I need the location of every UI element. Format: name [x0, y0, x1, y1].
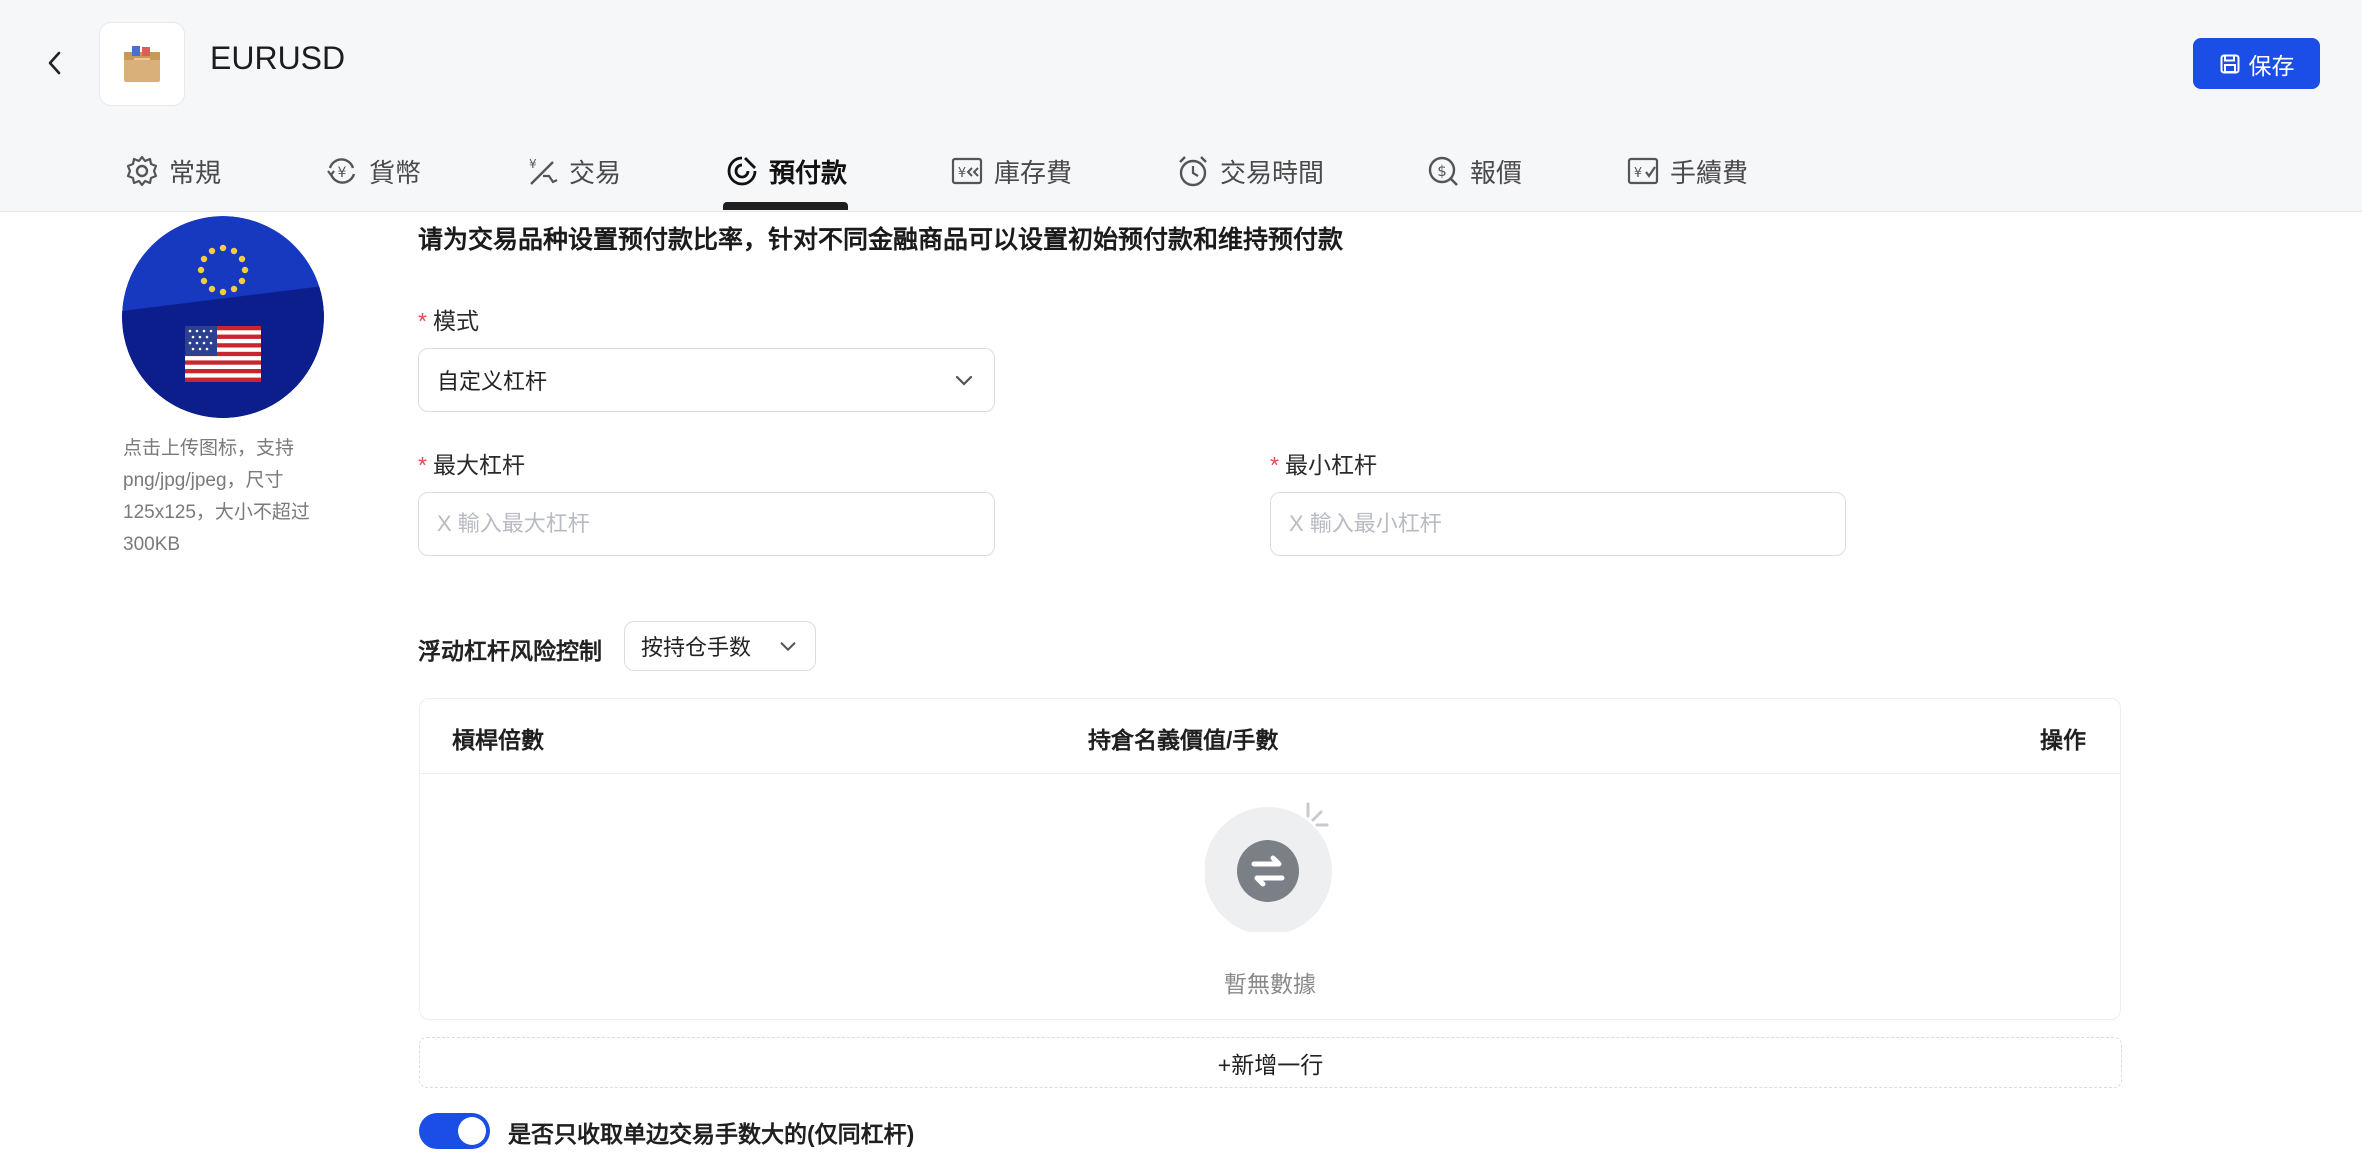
max-leverage-input[interactable]	[418, 492, 995, 556]
tab-margin-label: 預付款	[769, 157, 848, 188]
svg-text:¥: ¥	[529, 157, 537, 171]
tab-margin[interactable]: 預付款	[725, 146, 847, 196]
upload-hint-line: 点击上传图标，支持	[123, 438, 295, 459]
svg-text:¥: ¥	[1634, 166, 1642, 181]
required-marker: *	[418, 308, 427, 334]
risk-control-label: 浮动杠杆风险控制	[418, 638, 602, 664]
tab-commission[interactable]: ¥ 手續費	[1626, 146, 1748, 196]
tab-swap-label: 庫存費	[994, 157, 1073, 188]
required-marker: *	[1270, 452, 1279, 478]
back-arrow-icon[interactable]	[40, 48, 70, 78]
tab-trading[interactable]: ¥ 交易	[525, 146, 621, 196]
package-box-icon	[124, 46, 160, 82]
tab-swap[interactable]: ¥ 庫存費	[950, 146, 1072, 196]
tab-currency[interactable]: ¥ 貨幣	[325, 146, 421, 196]
mode-select-value: 自定义杠杆	[437, 369, 548, 394]
mode-label: * 模式	[418, 302, 479, 336]
tab-general-label: 常規	[169, 157, 222, 188]
chevron-down-icon	[780, 642, 796, 652]
svg-text:$: $	[1437, 162, 1447, 180]
top-bar: EURUSD 保存 常規 ¥ 貨幣 ¥ 交易 預付款 ¥ 庫存費 交易時間 $ …	[0, 0, 2362, 212]
one-side-fee-toggle[interactable]	[419, 1113, 490, 1149]
tab-currency-label: 貨幣	[369, 157, 422, 188]
symbol-avatar-upload[interactable]	[122, 216, 324, 418]
mode-select[interactable]: 自定义杠杆	[418, 348, 995, 412]
page-title: EURUSD	[210, 40, 346, 76]
column-header-actions: 操作	[2040, 727, 2086, 753]
upload-hint-line: 300KB	[123, 534, 181, 555]
chevron-down-icon	[955, 375, 973, 386]
column-header-notional: 持倉名義價值/手數	[1088, 727, 1279, 753]
toggle-knob	[458, 1117, 486, 1145]
table-header: 槓桿倍數 持倉名義價值/手數 操作	[420, 699, 2120, 774]
add-row-button[interactable]: +新增一行	[419, 1037, 2122, 1088]
empty-state-text: 暫無數據	[1224, 971, 1316, 997]
currency-exchange-icon: ¥	[327, 158, 356, 184]
tab-commission-label: 手續費	[1670, 157, 1749, 188]
max-leverage-label: * 最大杠杆	[418, 446, 525, 480]
svg-text:¥: ¥	[958, 166, 966, 181]
save-button[interactable]: 保存	[2193, 38, 2320, 89]
margin-icon	[727, 156, 757, 186]
trade-icon: ¥	[529, 157, 558, 185]
tab-trading-label: 交易	[569, 157, 622, 188]
tab-bar: 常規 ¥ 貨幣 ¥ 交易 預付款 ¥ 庫存費 交易時間 $ 報價 ¥ 手續費	[0, 130, 2362, 211]
upload-hint: 点击上传图标，支持 png/jpg/jpeg，尺寸 125x125，大小不超过 …	[123, 433, 333, 561]
risk-control-select[interactable]: 按持仓手数	[624, 621, 816, 671]
column-header-leverage: 槓桿倍數	[452, 727, 544, 753]
swap-fee-icon: ¥	[951, 157, 983, 185]
tab-general[interactable]: 常規	[125, 146, 221, 196]
save-button-label: 保存	[2248, 52, 2295, 79]
tab-quote[interactable]: $ 報價	[1426, 146, 1522, 196]
quote-icon: $	[1428, 156, 1458, 186]
required-marker: *	[418, 452, 427, 478]
risk-control-value: 按持仓手数	[641, 635, 752, 660]
one-side-fee-label: 是否只收取单边交易手数大的(仅同杠杆)	[508, 1121, 915, 1147]
svg-text:¥: ¥	[338, 165, 347, 181]
max-leverage-label-text: 最大杠杆	[432, 452, 525, 478]
leverage-table: 槓桿倍數 持倉名義價值/手數 操作 暫無數據	[419, 698, 2121, 1020]
min-leverage-input[interactable]	[1270, 492, 1846, 556]
section-description: 请为交易品种设置预付款比率，针对不同金融商品可以设置初始预付款和维持预付款	[418, 226, 1344, 254]
active-tab-indicator	[723, 202, 848, 210]
mode-label-text: 模式	[432, 308, 479, 334]
gear-icon	[126, 155, 158, 187]
empty-data-icon	[1205, 802, 1332, 932]
min-leverage-label: * 最小杠杆	[1270, 446, 1377, 480]
tab-trading-hours[interactable]: 交易時間	[1176, 146, 1324, 196]
tab-quote-label: 報價	[1470, 157, 1523, 188]
min-leverage-label-text: 最小杠杆	[1284, 452, 1377, 478]
upload-hint-line: png/jpg/jpeg，尺寸	[123, 470, 284, 491]
eur-usd-flag-icon	[122, 216, 324, 418]
alarm-clock-icon	[1179, 156, 1207, 187]
upload-hint-line: 125x125，大小不超过	[123, 502, 310, 523]
symbol-thumbnail	[99, 22, 185, 106]
commission-icon: ¥	[1627, 157, 1659, 185]
save-icon	[2220, 54, 2239, 73]
tab-trading-hours-label: 交易時間	[1220, 157, 1325, 188]
